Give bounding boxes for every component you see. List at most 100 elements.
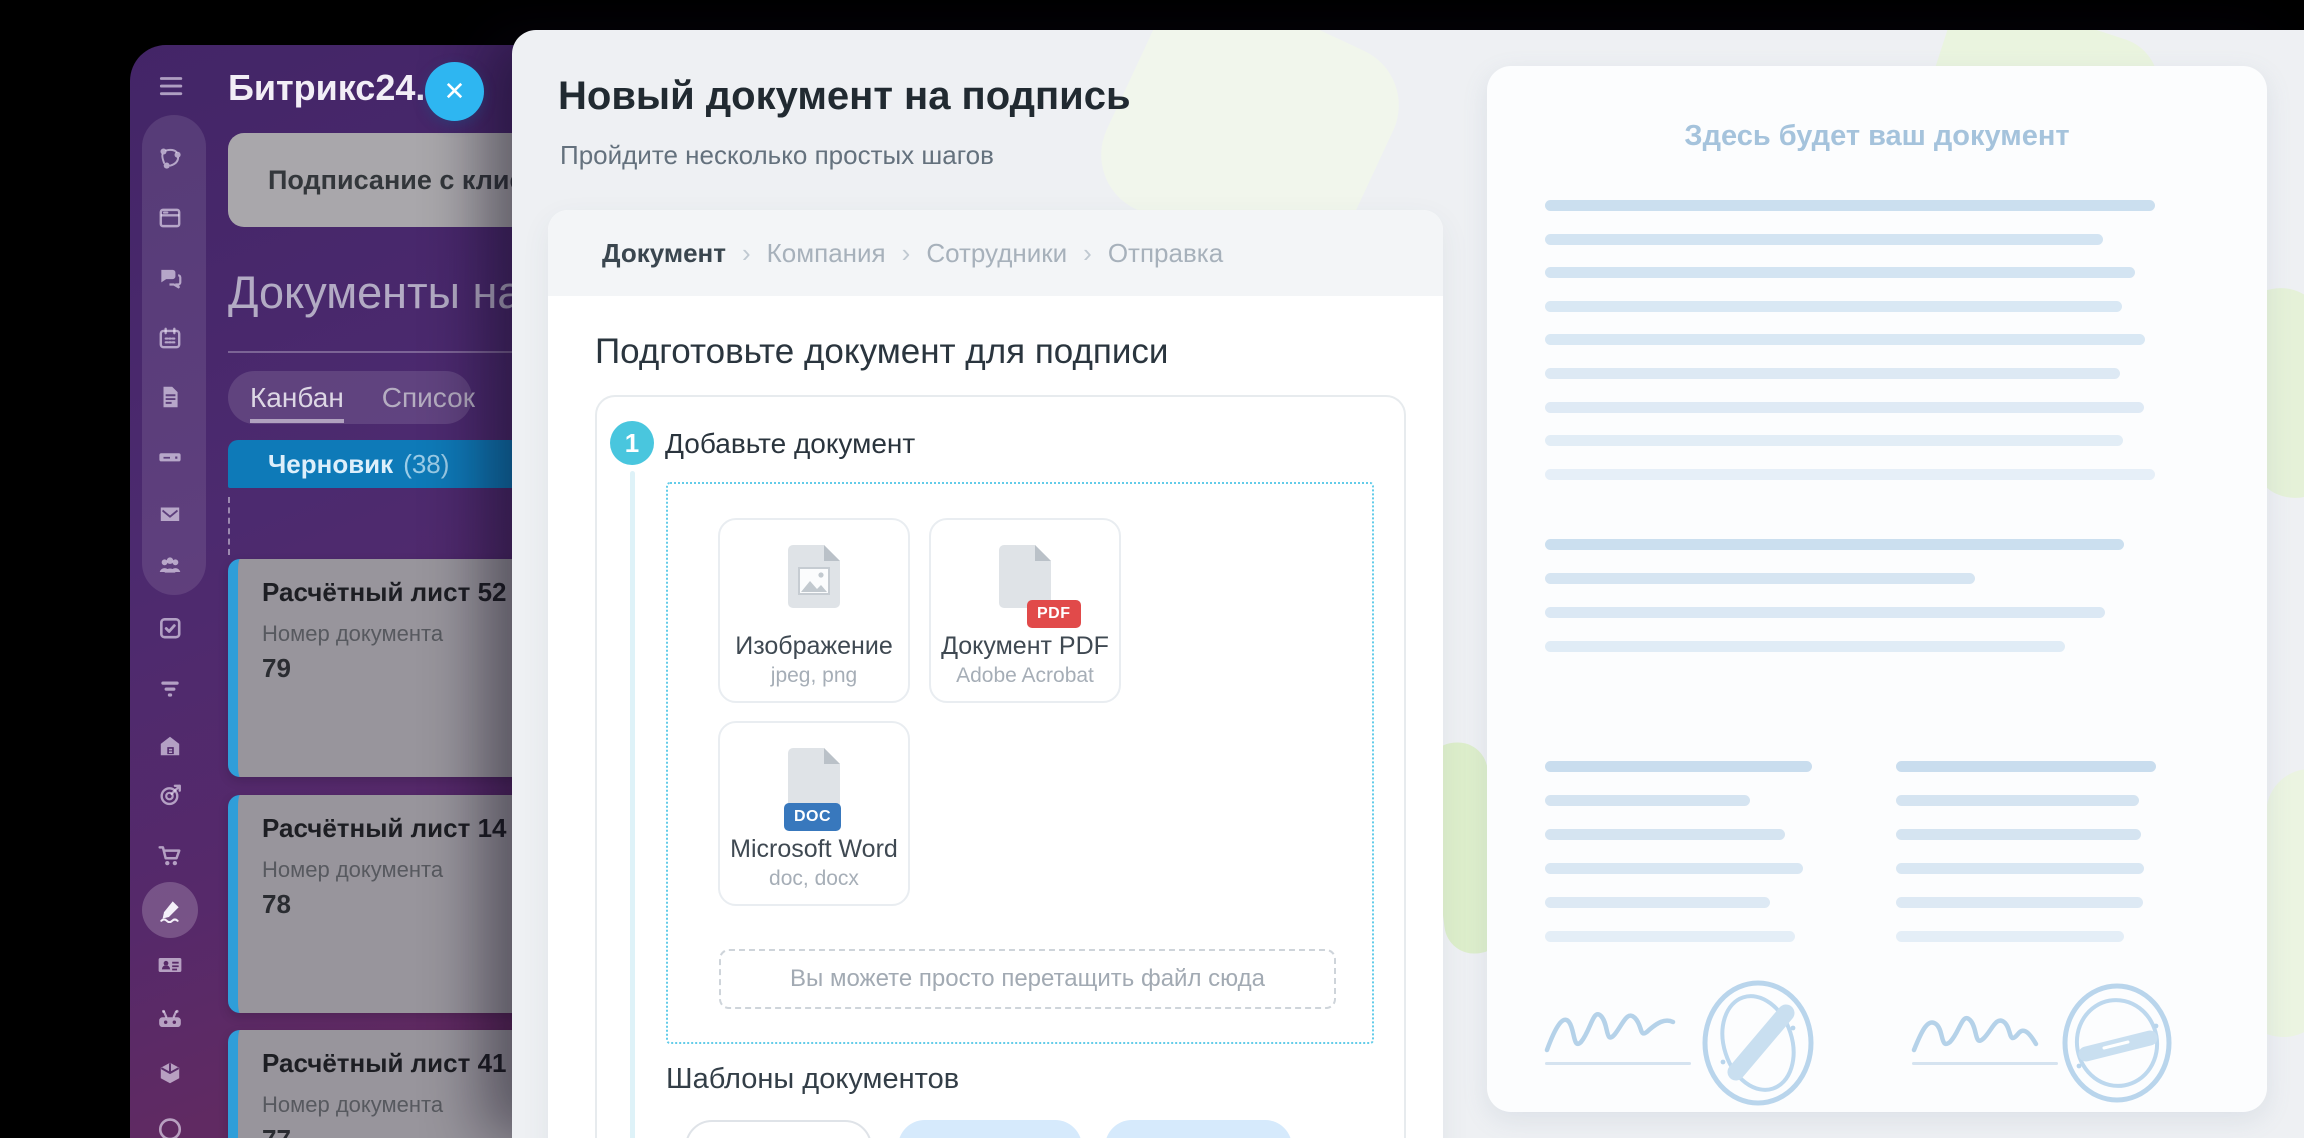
step-number-badge: 1 [610, 421, 654, 465]
template-pill[interactable] [1105, 1120, 1292, 1138]
drag-file-hint[interactable]: Вы можете просто перетащить файл сюда [719, 949, 1336, 1009]
sign-pen-icon [157, 897, 183, 923]
target-icon [157, 782, 183, 808]
sign-wizard-slider: Новый документ на подпись Пройдите неско… [512, 30, 2304, 1138]
signature-line [1545, 1062, 1691, 1065]
upload-tile-image[interactable]: Изображение jpeg, png [718, 518, 910, 703]
sidebar-item-network[interactable] [152, 140, 188, 176]
placeholder-text-line [1545, 301, 2122, 312]
stamp-icon [2053, 980, 2181, 1106]
drive-icon [157, 443, 183, 469]
placeholder-text-line [1545, 539, 2124, 550]
window-icon [157, 205, 183, 231]
close-icon: ✕ [444, 76, 466, 107]
step-label: Добавьте документ [665, 428, 915, 460]
chat-icon [157, 265, 183, 291]
store-icon [157, 733, 183, 759]
close-button[interactable]: ✕ [425, 62, 484, 121]
prepare-document-heading: Подготовьте документ для подписи [595, 332, 1168, 372]
placeholder-text-line [1545, 761, 1812, 772]
tab-list[interactable]: Список [382, 382, 475, 414]
sidebar-item-cart[interactable] [152, 837, 188, 873]
preview-title: Здесь будет ваш документ [1487, 120, 2267, 153]
screen: Битрикс24. Подписание с клиен Документы … [0, 0, 2304, 1138]
sidebar-item-task[interactable] [152, 610, 188, 646]
placeholder-text-line [1545, 435, 2123, 446]
placeholder-text-line [1896, 795, 2139, 806]
placeholder-text-line [1545, 200, 2155, 211]
step-card-add-document: 1 Добавьте документ [595, 395, 1406, 1138]
breadcrumb: Документ › Компания › Сотрудники › Отправка [548, 210, 1443, 296]
placeholder-text-line [1545, 402, 2144, 413]
signature-line [1912, 1062, 2058, 1065]
sidebar-item-window[interactable] [152, 200, 188, 236]
templates-heading: Шаблоны документов [666, 1063, 959, 1096]
sidebar-item-people[interactable] [152, 547, 188, 583]
placeholder-text-line [1545, 573, 1975, 584]
wizard-subtitle: Пройдите несколько простых шагов [560, 140, 994, 171]
placeholder-text-line [1545, 469, 2155, 480]
placeholder-text-line [1545, 368, 2120, 379]
placeholder-text-line [1545, 641, 2065, 652]
placeholder-text-line [1896, 761, 2156, 772]
placeholder-text-line [1545, 267, 2135, 278]
sidebar-item-target[interactable] [152, 777, 188, 813]
sidebar-item-mail[interactable] [152, 496, 188, 532]
placeholder-text-line [1545, 334, 2145, 345]
tab-kanban[interactable]: Канбан [250, 382, 344, 423]
view-tabs: Канбан Список [228, 371, 472, 424]
calendar-icon [157, 325, 183, 351]
breadcrumb-item[interactable]: Документ [602, 238, 726, 269]
idcard-icon [157, 952, 183, 978]
cube-icon [157, 1060, 183, 1086]
document-icon [157, 384, 183, 410]
placeholder-text-line [1545, 829, 1785, 840]
sidebar-item-sign-pen[interactable] [152, 892, 188, 928]
upload-tile-pdf[interactable]: PDF Документ PDF Adobe Acrobat [929, 518, 1121, 703]
placeholder-text-line [1545, 931, 1795, 942]
sidebar-item-idcard[interactable] [152, 947, 188, 983]
placeholder-text-line [1896, 829, 2141, 840]
placeholder-text-line [1545, 234, 2103, 245]
step-timeline [630, 471, 635, 1138]
chevron-right-icon: › [1083, 238, 1092, 269]
document-preview-panel: Здесь будет ваш документ [1487, 66, 2267, 1112]
breadcrumb-item[interactable]: Сотрудники [926, 238, 1067, 269]
breadcrumb-item[interactable]: Отправка [1108, 238, 1223, 269]
people-icon [157, 552, 183, 578]
sidebar-item-dot[interactable] [152, 1107, 188, 1138]
kanban-page-title: Документы на [228, 267, 522, 319]
sidebar-item-menu[interactable] [152, 67, 188, 103]
dot-icon [157, 1112, 183, 1138]
sidebar-item-chat[interactable] [152, 260, 188, 296]
image-file-icon [720, 544, 908, 608]
upload-area: Изображение jpeg, png PDF Документ PDF [666, 482, 1374, 1044]
placeholder-text-line [1545, 897, 1770, 908]
template-pill[interactable] [685, 1120, 872, 1138]
breadcrumb-item[interactable]: Компания [767, 238, 886, 269]
wizard-title: Новый документ на подпись [558, 74, 1131, 119]
sidebar-item-drive[interactable] [152, 438, 188, 474]
chevron-right-icon: › [742, 238, 751, 269]
chevron-right-icon: › [902, 238, 911, 269]
stamp-icon [1693, 978, 1823, 1108]
placeholder-text-line [1545, 795, 1750, 806]
mail-icon [157, 501, 183, 527]
signature-squiggle [1543, 988, 1693, 1064]
placeholder-text-line [1545, 607, 2105, 618]
upload-tile-word[interactable]: DOC Microsoft Word doc, docx [718, 721, 910, 906]
sidebar-item-robot[interactable] [152, 1002, 188, 1038]
funnel-icon [157, 675, 183, 701]
sidebar-item-cube[interactable] [152, 1055, 188, 1091]
sidebar-item-document[interactable] [152, 379, 188, 415]
sidebar-item-calendar[interactable] [152, 320, 188, 356]
sidebar-item-store[interactable] [152, 728, 188, 764]
sidebar-item-funnel[interactable] [152, 670, 188, 706]
wizard-panel: Документ › Компания › Сотрудники › Отправка По… [548, 210, 1443, 1138]
signature-squiggle [1910, 992, 2060, 1064]
template-pill[interactable] [898, 1120, 1082, 1138]
cart-icon [157, 842, 183, 868]
pdf-file-icon [931, 544, 1119, 608]
menu-icon [157, 72, 183, 98]
robot-icon [157, 1007, 183, 1033]
